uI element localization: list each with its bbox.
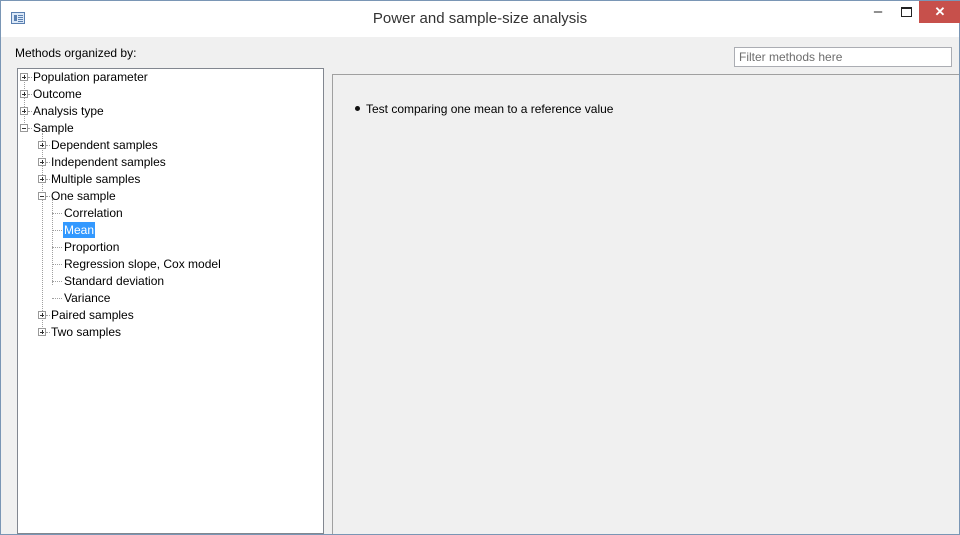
methods-list: Test comparing one mean to a reference v… (332, 74, 959, 534)
tree-item-label: Correlation (64, 206, 123, 220)
tree-item-label: Multiple samples (51, 172, 141, 186)
tree-line (28, 94, 32, 95)
tree-item-label: Variance (64, 291, 111, 305)
tree-line (46, 332, 50, 333)
tree-line (46, 315, 50, 316)
expand-icon[interactable] (38, 158, 46, 166)
tree-line (28, 77, 32, 78)
tree-line (46, 145, 50, 146)
tree-line (52, 281, 62, 282)
filter-bar (332, 38, 959, 74)
tree-line (28, 128, 32, 129)
power-sample-size-window: Power and sample-size analysis – ✕ Metho… (0, 0, 960, 535)
expand-icon[interactable] (38, 328, 46, 336)
expand-icon[interactable] (38, 311, 46, 319)
expand-icon[interactable] (20, 90, 28, 98)
method-item[interactable]: Test comparing one mean to a reference v… (355, 101, 613, 117)
title-bar: Power and sample-size analysis – ✕ (1, 1, 960, 37)
close-button[interactable]: ✕ (919, 1, 960, 23)
collapse-icon[interactable] (38, 192, 46, 200)
tree-item-label: Sample (33, 121, 74, 135)
tree-line (52, 264, 62, 265)
tree-line (46, 196, 50, 197)
tree-line (52, 213, 62, 214)
tree-item-label: Paired samples (51, 308, 134, 322)
expand-icon[interactable] (20, 107, 28, 115)
tree-line (52, 230, 62, 231)
tree-item-label: Analysis type (33, 104, 104, 118)
tree-line (52, 247, 62, 248)
tree-item-label: One sample (51, 189, 116, 203)
maximize-button[interactable] (893, 1, 919, 25)
methods-tree: Population parameter Outcome Analysis ty… (18, 69, 323, 533)
tree-line (46, 179, 50, 180)
bullet-icon (355, 106, 360, 112)
tree-item-label: Outcome (33, 87, 82, 101)
collapse-icon[interactable] (20, 124, 28, 132)
filter-methods-input[interactable] (734, 47, 952, 67)
method-item-label: Test comparing one mean to a reference v… (366, 102, 614, 116)
expand-icon[interactable] (38, 141, 46, 149)
expand-icon[interactable] (38, 175, 46, 183)
tree-item-label: Independent samples (51, 155, 166, 169)
methods-panel: Methods organized by: Population paramet… (9, 38, 327, 534)
methods-tree-box[interactable]: Population parameter Outcome Analysis ty… (17, 68, 324, 534)
expand-icon[interactable] (20, 73, 28, 81)
tree-item-label: Regression slope, Cox model (64, 257, 221, 271)
tree-item-label: Dependent samples (51, 138, 158, 152)
tree-line (46, 162, 50, 163)
tree-item-label: Population parameter (33, 70, 148, 84)
tree-item-label: Two samples (51, 325, 122, 339)
minimize-button[interactable]: – (865, 1, 891, 25)
methods-results-panel: Test comparing one mean to a reference v… (332, 38, 959, 534)
tree-item-label-selected: Mean (63, 222, 96, 238)
maximize-icon (900, 6, 912, 17)
tree-line (28, 111, 32, 112)
methods-organized-label: Methods organized by: (15, 46, 137, 60)
tree-item-label: Proportion (64, 240, 120, 254)
window-title: Power and sample-size analysis (372, 10, 588, 27)
tree-item-label: Standard deviation (64, 274, 165, 288)
tree-line (52, 298, 62, 299)
